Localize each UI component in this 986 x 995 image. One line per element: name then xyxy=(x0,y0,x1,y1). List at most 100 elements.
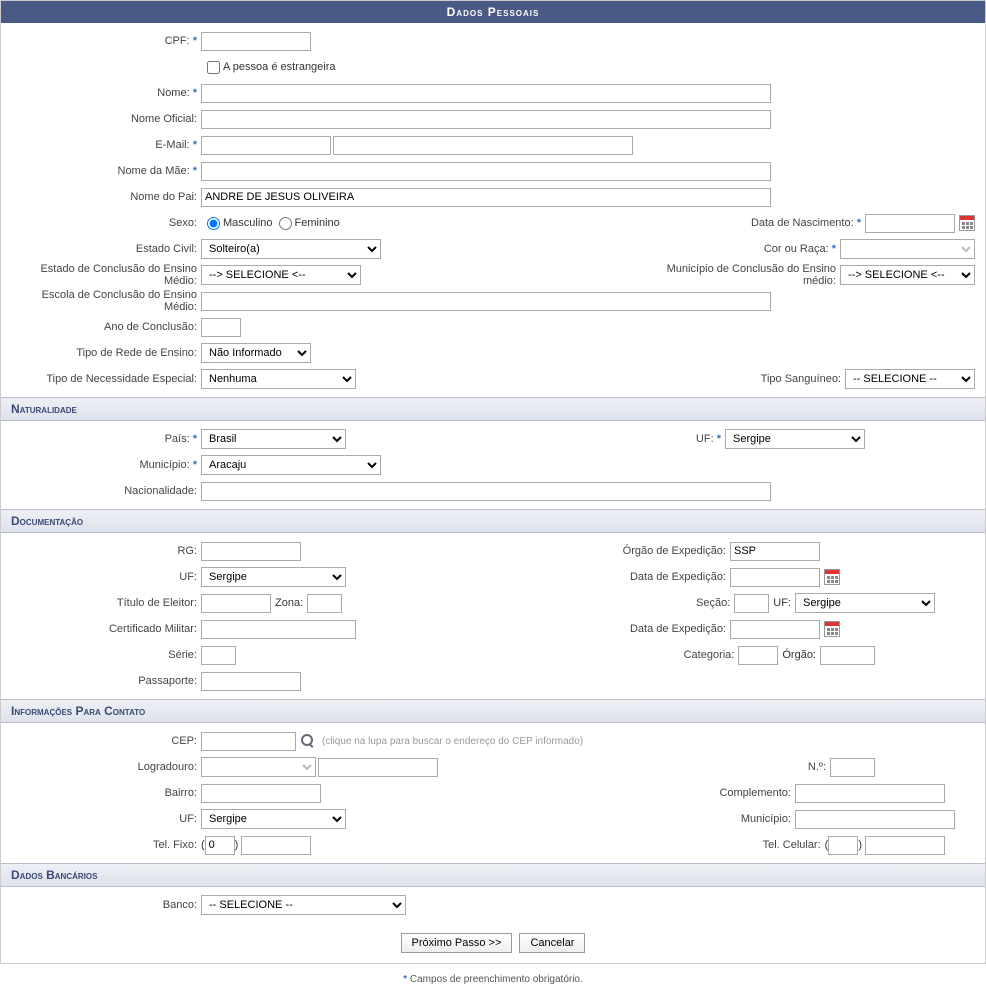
calendar-icon[interactable] xyxy=(959,215,975,231)
sexo-masculino-radio[interactable] xyxy=(207,217,220,230)
label-zona: Zona: xyxy=(275,597,303,609)
estado-conclusao-select[interactable]: --> SELECIONE <-- xyxy=(201,265,361,285)
titulo-eleitor-input[interactable] xyxy=(201,594,271,613)
data-exp-militar-input[interactable] xyxy=(730,620,820,639)
escola-conclusao-input[interactable] xyxy=(201,292,771,311)
label-uf-nat: UF: * xyxy=(696,433,725,445)
page-title: Dados Pessoais xyxy=(1,1,985,23)
serie-input[interactable] xyxy=(201,646,236,665)
logradouro-input[interactable] xyxy=(318,758,438,777)
tipo-sanguineo-select[interactable]: -- SELECIONE -- xyxy=(845,369,975,389)
nome-pai-input[interactable] xyxy=(201,188,771,207)
label-municipio-nat: Município: * xyxy=(11,459,201,471)
label-pais: País: * xyxy=(11,433,201,445)
label-orgao-militar: Órgão: xyxy=(782,649,816,661)
nacionalidade-input[interactable] xyxy=(201,482,771,501)
proximo-passo-button[interactable]: Próximo Passo >> xyxy=(401,933,513,953)
label-data-exp-militar: Data de Expedição: xyxy=(630,623,730,635)
data-nasc-input[interactable] xyxy=(865,214,955,233)
label-tel-fixo: Tel. Fixo: xyxy=(11,839,201,851)
nome-mae-input[interactable] xyxy=(201,162,771,181)
label-uf-contato: UF: xyxy=(11,813,201,825)
label-tel-celular: Tel. Celular: xyxy=(763,839,825,851)
label-data-exp-rg: Data de Expedição: xyxy=(630,571,730,583)
label-tipo-sanguineo: Tipo Sanguíneo: xyxy=(761,373,845,385)
footer-note: * Campos de preenchimento obrigatório. xyxy=(0,964,986,995)
label-municipio-conclusao: Município de Conclusão do Ensino médio: xyxy=(660,263,840,287)
tel-fixo-ddd-input[interactable] xyxy=(205,836,235,855)
label-passaporte: Passaporte: xyxy=(11,675,201,687)
orgao-exp-input[interactable] xyxy=(730,542,820,561)
tipo-necessidade-select[interactable]: Nenhuma xyxy=(201,369,356,389)
email-input-2[interactable] xyxy=(333,136,633,155)
label-cpf: CPF: * xyxy=(11,35,201,47)
categoria-input[interactable] xyxy=(738,646,778,665)
calendar-icon[interactable] xyxy=(824,621,840,637)
uf-rg-select[interactable]: Sergipe xyxy=(201,567,346,587)
cert-militar-input[interactable] xyxy=(201,620,356,639)
municipio-conclusao-select[interactable]: --> SELECIONE <-- xyxy=(840,265,975,285)
label-banco: Banco: xyxy=(11,899,201,911)
label-sexo: Sexo: xyxy=(11,217,201,229)
label-titulo-eleitor: Título de Eleitor: xyxy=(11,597,201,609)
sexo-feminino-radio[interactable] xyxy=(279,217,292,230)
orgao-militar-input[interactable] xyxy=(820,646,875,665)
pais-select[interactable]: Brasil xyxy=(201,429,346,449)
ano-conclusao-input[interactable] xyxy=(201,318,241,337)
cor-raca-select[interactable] xyxy=(840,239,975,259)
label-estado-civil: Estado Civil: xyxy=(11,243,201,255)
passaporte-input[interactable] xyxy=(201,672,301,691)
cpf-input[interactable] xyxy=(201,32,311,51)
label-bairro: Bairro: xyxy=(11,787,201,799)
cancelar-button[interactable]: Cancelar xyxy=(519,933,585,953)
uf-contato-select[interactable]: Sergipe xyxy=(201,809,346,829)
label-estrangeira: A pessoa é estrangeira xyxy=(223,61,336,73)
tel-cel-ddd-input[interactable] xyxy=(828,836,858,855)
data-exp-rg-input[interactable] xyxy=(730,568,820,587)
label-orgao-exp: Órgão de Expedição: xyxy=(623,545,730,557)
municipio-contato-input[interactable] xyxy=(795,810,955,829)
search-icon[interactable] xyxy=(300,733,316,749)
tel-fixo-input[interactable] xyxy=(241,836,311,855)
estado-civil-select[interactable]: Solteiro(a) xyxy=(201,239,381,259)
label-nome: Nome: * xyxy=(11,87,201,99)
municipio-nat-select[interactable]: Aracaju xyxy=(201,455,381,475)
cep-input[interactable] xyxy=(201,732,296,751)
label-cert-militar: Certificado Militar: xyxy=(11,623,201,635)
email-input[interactable] xyxy=(201,136,331,155)
bairro-input[interactable] xyxy=(201,784,321,803)
complemento-input[interactable] xyxy=(795,784,945,803)
label-complemento: Complemento: xyxy=(719,787,795,799)
label-secao: Seção: xyxy=(696,597,734,609)
label-categoria: Categoria: xyxy=(684,649,739,661)
label-data-nasc: Data de Nascimento: * xyxy=(751,217,865,229)
uf-nat-select[interactable]: Sergipe xyxy=(725,429,865,449)
nome-oficial-input[interactable] xyxy=(201,110,771,129)
estrangeira-checkbox[interactable] xyxy=(207,61,220,74)
calendar-icon[interactable] xyxy=(824,569,840,585)
secao-input[interactable] xyxy=(734,594,769,613)
label-uf-rg: UF: xyxy=(11,571,201,583)
numero-input[interactable] xyxy=(830,758,875,777)
label-ano-conclusao: Ano de Conclusão: xyxy=(11,321,201,333)
label-serie: Série: xyxy=(11,649,201,661)
zona-input[interactable] xyxy=(307,594,342,613)
cep-hint: (clique na lupa para buscar o endereço d… xyxy=(322,736,583,747)
section-bancarios: Dados Bancários xyxy=(1,863,985,887)
label-numero: N.º: xyxy=(808,761,830,773)
section-contato: Informações Para Contato xyxy=(1,699,985,723)
label-masculino: Masculino xyxy=(223,217,273,229)
logradouro-tipo-select[interactable] xyxy=(201,757,316,777)
label-tipo-necessidade: Tipo de Necessidade Especial: xyxy=(11,373,201,385)
uf-titulo-select[interactable]: Sergipe xyxy=(795,593,935,613)
label-nome-pai: Nome do Pai: xyxy=(11,191,201,203)
rg-input[interactable] xyxy=(201,542,301,561)
label-email: E-Mail: * xyxy=(11,139,201,151)
banco-select[interactable]: -- SELECIONE -- xyxy=(201,895,406,915)
label-nacionalidade: Nacionalidade: xyxy=(11,485,201,497)
label-feminino: Feminino xyxy=(295,217,340,229)
tipo-rede-select[interactable]: Não Informado xyxy=(201,343,311,363)
tel-cel-input[interactable] xyxy=(865,836,945,855)
section-documentacao: Documentação xyxy=(1,509,985,533)
nome-input[interactable] xyxy=(201,84,771,103)
